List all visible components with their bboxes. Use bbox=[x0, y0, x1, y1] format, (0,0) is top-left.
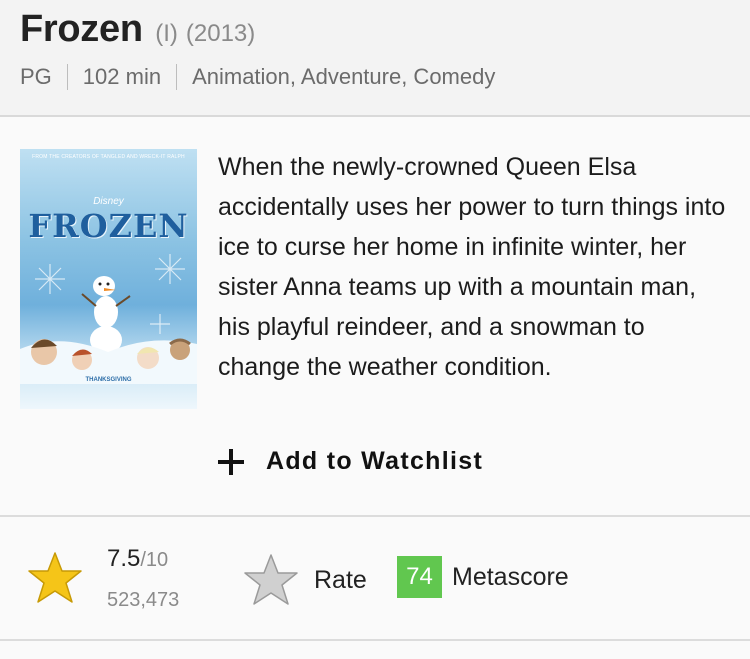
add-to-watchlist-button[interactable]: Add to Watchlist bbox=[218, 447, 483, 476]
title-row: Frozen (I) (2013) bbox=[20, 8, 255, 51]
ratings-bar: 7.5/10 523,473 Rate 74 Metascore bbox=[0, 515, 750, 641]
poster-image[interactable]: FROM THE CREATORS OF TANGLED AND WRECK-I… bbox=[20, 149, 197, 409]
rating-score: 7.5 bbox=[107, 545, 141, 572]
plus-icon bbox=[218, 448, 244, 475]
title-page: Frozen (I) (2013) PG 102 min Animation, A… bbox=[0, 0, 750, 659]
divider bbox=[176, 64, 178, 90]
divider bbox=[66, 64, 68, 90]
rate-button[interactable]: Rate bbox=[243, 553, 367, 607]
poster-credit: FROM THE CREATORS OF TANGLED AND WRECK-I… bbox=[32, 154, 185, 160]
rating-scale: /10 bbox=[140, 549, 169, 571]
star-outline-icon bbox=[244, 554, 298, 605]
title-header: Frozen (I) (2013) PG 102 min Animation, A… bbox=[0, 0, 750, 117]
poster-release: THANKSGIVING bbox=[85, 377, 132, 383]
genres[interactable]: Animation, Adventure, Comedy bbox=[192, 64, 495, 90]
poster-artwork bbox=[20, 254, 197, 384]
metascore[interactable]: 74 Metascore bbox=[397, 556, 569, 598]
title-qualifier: (I) bbox=[155, 20, 178, 47]
poster-studio: Disney bbox=[93, 196, 124, 207]
poster-title: FROZEN bbox=[28, 207, 189, 245]
user-rating: 7.5/10 bbox=[107, 545, 168, 573]
runtime: 102 min bbox=[82, 64, 162, 89]
watchlist-label: Add to Watchlist bbox=[266, 447, 484, 475]
metascore-label: Metascore bbox=[452, 562, 569, 591]
plot-summary: When the newly-crowned Queen Elsa accide… bbox=[218, 153, 726, 381]
metascore-badge: 74 bbox=[397, 556, 442, 598]
meta-row: PG 102 min Animation, Adventure, Comedy bbox=[20, 64, 495, 90]
star-filled-icon bbox=[28, 552, 82, 603]
rate-label: Rate bbox=[314, 565, 367, 594]
vote-count: 523,473 bbox=[107, 589, 180, 611]
release-year: (2013) bbox=[185, 20, 256, 47]
overview-section: FROM THE CREATORS OF TANGLED AND WRECK-I… bbox=[0, 117, 750, 515]
movie-title: Frozen bbox=[20, 8, 143, 50]
content-rating: PG bbox=[20, 64, 52, 89]
